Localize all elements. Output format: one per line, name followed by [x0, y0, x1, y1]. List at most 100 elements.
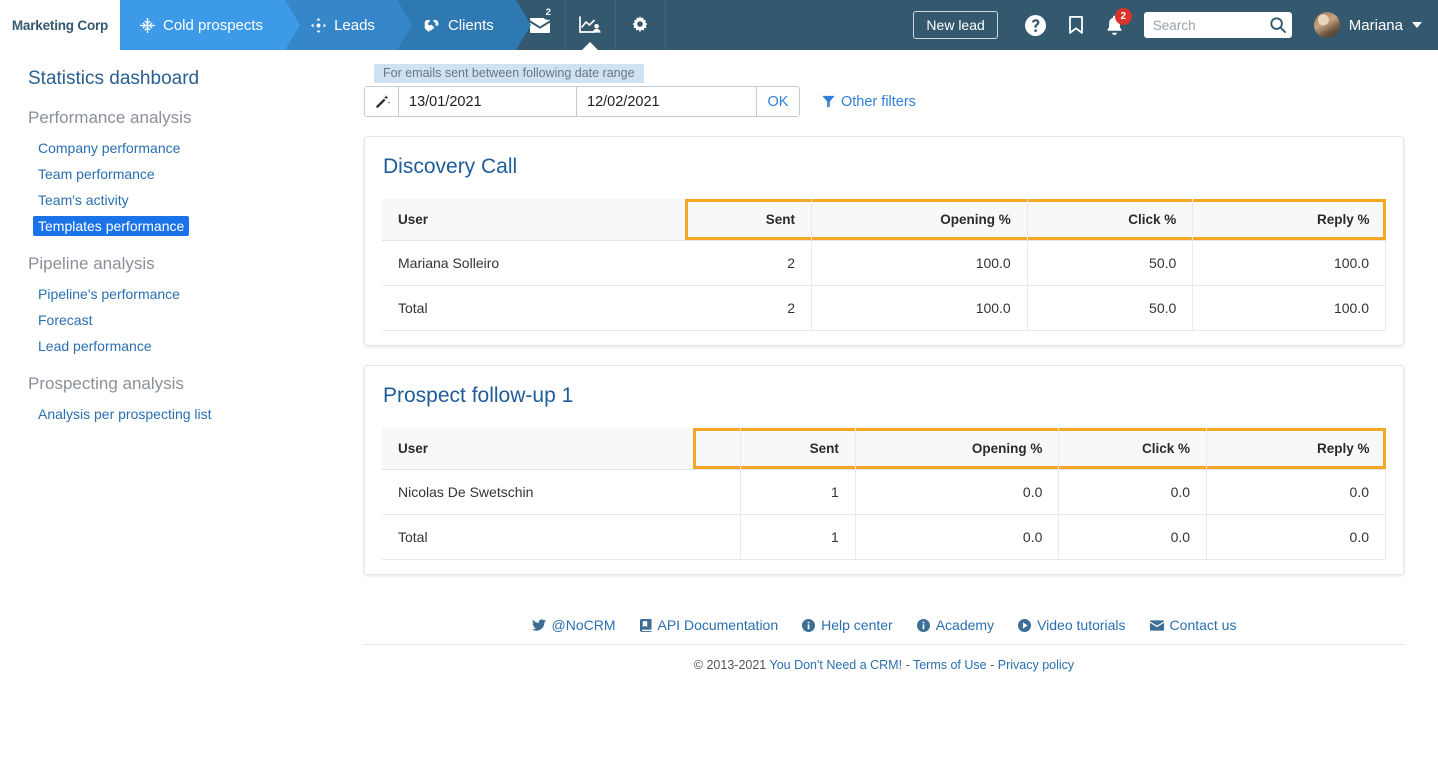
- footer-link-api-documentation[interactable]: API Documentation: [640, 617, 779, 633]
- ok-button[interactable]: OK: [757, 87, 799, 116]
- footer-link-help-center[interactable]: Help center: [802, 617, 893, 633]
- nav-tab-label: Leads: [334, 17, 375, 34]
- cell-reply-pct: 100.0: [1193, 241, 1386, 286]
- column-header-user[interactable]: User: [382, 199, 685, 241]
- cell-spacer: [693, 515, 741, 560]
- other-filters-link[interactable]: Other filters: [822, 94, 916, 110]
- column-header-reply-pct[interactable]: Reply %: [1207, 428, 1386, 470]
- gear-icon-button[interactable]: [616, 0, 666, 50]
- copyright-link-brand[interactable]: You Don't Need a CRM!: [770, 658, 903, 672]
- footer-link-academy[interactable]: Academy: [917, 617, 994, 633]
- footer-link-contact-us[interactable]: Contact us: [1150, 617, 1237, 633]
- bookmark-icon: [1068, 15, 1084, 35]
- notification-count-badge: 2: [1115, 8, 1132, 25]
- column-header-sent[interactable]: Sent: [685, 199, 811, 241]
- footer-link-label: Academy: [936, 617, 994, 633]
- sidebar-item-teams-activity[interactable]: Team's activity: [33, 190, 134, 210]
- cell-user: Nicolas De Swetschin: [382, 470, 693, 515]
- date-from-input[interactable]: [399, 87, 577, 116]
- user-menu[interactable]: Mariana: [1314, 12, 1422, 38]
- cell-user: Total: [382, 286, 685, 331]
- funnel-icon: [822, 95, 835, 108]
- footer-link-label: Video tutorials: [1037, 617, 1125, 633]
- chevron-down-icon: [1412, 22, 1422, 28]
- page-title: Statistics dashboard: [28, 68, 364, 90]
- handshake-icon: [423, 18, 440, 33]
- sidebar-item-forecast[interactable]: Forecast: [33, 310, 97, 330]
- nav-tab-cold-prospects[interactable]: Cold prospects: [120, 0, 285, 50]
- stats-card-prospect-follow-up-1: Prospect follow-up 1 User Sent Opening %…: [364, 365, 1404, 575]
- sidebar-group-links: Pipeline's performance Forecast Lead per…: [28, 284, 364, 362]
- notifications-button[interactable]: 2: [1106, 15, 1123, 35]
- sidebar-item-pipelines-performance[interactable]: Pipeline's performance: [33, 284, 185, 304]
- magic-wand-icon[interactable]: [365, 87, 399, 116]
- twitter-icon: [532, 619, 546, 631]
- statistics-icon-button[interactable]: [566, 0, 616, 50]
- statistics-icon: [578, 16, 602, 35]
- help-button[interactable]: [1025, 15, 1046, 36]
- column-header-opening-pct[interactable]: Opening %: [811, 199, 1027, 241]
- play-circle-icon: [1018, 619, 1031, 632]
- column-header-click-pct[interactable]: Click %: [1059, 428, 1207, 470]
- footer-link-video-tutorials[interactable]: Video tutorials: [1018, 617, 1125, 633]
- column-header-opening-pct[interactable]: Opening %: [855, 428, 1059, 470]
- templates-performance-table: User Sent Opening % Click % Reply % Nico…: [382, 428, 1386, 560]
- question-circle-icon: [1025, 15, 1046, 36]
- column-header-spacer: [693, 428, 741, 470]
- sidebar-item-templates-performance[interactable]: Templates performance: [33, 216, 189, 236]
- crosshair-icon: [311, 18, 326, 33]
- gear-icon: [631, 16, 649, 34]
- sidebar-group-performance: Performance analysis Company performance…: [28, 108, 364, 242]
- cell-click-pct: 0.0: [1059, 470, 1207, 515]
- date-to-input[interactable]: [577, 87, 757, 116]
- active-tab-indicator: [581, 42, 599, 51]
- sidebar-item-analysis-per-prospecting-list[interactable]: Analysis per prospecting list: [33, 404, 217, 424]
- footer-link-label: API Documentation: [658, 617, 779, 633]
- nav-tab-arrow: [516, 0, 531, 50]
- copyright-separator: -: [906, 658, 910, 672]
- footer-links: @NoCRM API Documentation: [364, 617, 1404, 645]
- search-icon[interactable]: [1270, 17, 1286, 33]
- footer-link-label: Contact us: [1170, 617, 1237, 633]
- card-title: Prospect follow-up 1: [383, 384, 1386, 408]
- nav-tab-leads[interactable]: Leads: [285, 0, 397, 50]
- table-row: Nicolas De Swetschin 1 0.0 0.0 0.0: [382, 470, 1386, 515]
- filter-legend-label: For emails sent between following date r…: [374, 64, 644, 83]
- user-name-label: Mariana: [1349, 17, 1403, 34]
- bookmark-button[interactable]: [1068, 15, 1084, 35]
- table-row: Mariana Solleiro 2 100.0 50.0 100.0: [382, 241, 1386, 286]
- cell-reply-pct: 0.0: [1207, 515, 1386, 560]
- sidebar-item-lead-performance[interactable]: Lead performance: [33, 336, 157, 356]
- nav-tab-clients[interactable]: Clients: [397, 0, 516, 50]
- sidebar-group-heading: Performance analysis: [28, 108, 364, 128]
- column-header-sent[interactable]: Sent: [741, 428, 856, 470]
- copyright-separator: -: [990, 658, 994, 672]
- column-header-click-pct[interactable]: Click %: [1027, 199, 1193, 241]
- sidebar-group-prospecting: Prospecting analysis Analysis per prospe…: [28, 374, 364, 430]
- table-header-row: User Sent Opening % Click % Reply %: [382, 428, 1386, 470]
- sidebar-item-company-performance[interactable]: Company performance: [33, 138, 185, 158]
- new-lead-button[interactable]: New lead: [913, 11, 997, 39]
- column-header-reply-pct[interactable]: Reply %: [1193, 199, 1386, 241]
- brand-logo[interactable]: Marketing Corp: [0, 0, 120, 50]
- copyright: © 2013-2021 You Don't Need a CRM! - Term…: [364, 645, 1404, 672]
- table-row-total: Total 2 100.0 50.0 100.0: [382, 286, 1386, 331]
- copyright-link-privacy[interactable]: Privacy policy: [998, 658, 1074, 672]
- book-icon: [640, 619, 652, 632]
- copyright-link-terms[interactable]: Terms of Use: [913, 658, 987, 672]
- column-header-user[interactable]: User: [382, 428, 693, 470]
- table-row-total: Total 1 0.0 0.0 0.0: [382, 515, 1386, 560]
- search-box: [1144, 12, 1292, 38]
- date-range-group: OK: [364, 86, 800, 117]
- cell-click-pct: 0.0: [1059, 515, 1207, 560]
- other-filters-label: Other filters: [841, 94, 916, 110]
- sidebar-item-team-performance[interactable]: Team performance: [33, 164, 160, 184]
- footer-link-twitter[interactable]: @NoCRM: [532, 617, 616, 633]
- sidebar-group-pipeline: Pipeline analysis Pipeline's performance…: [28, 254, 364, 362]
- navbar-spacer: [666, 0, 914, 50]
- cell-spacer: [693, 470, 741, 515]
- sidebar-group-links: Analysis per prospecting list: [28, 404, 364, 430]
- sidebar-group-links: Company performance Team performance Tea…: [28, 138, 364, 242]
- cell-opening-pct: 0.0: [855, 515, 1059, 560]
- top-navbar: Marketing Corp Cold prospects Leads Clie…: [0, 0, 1438, 50]
